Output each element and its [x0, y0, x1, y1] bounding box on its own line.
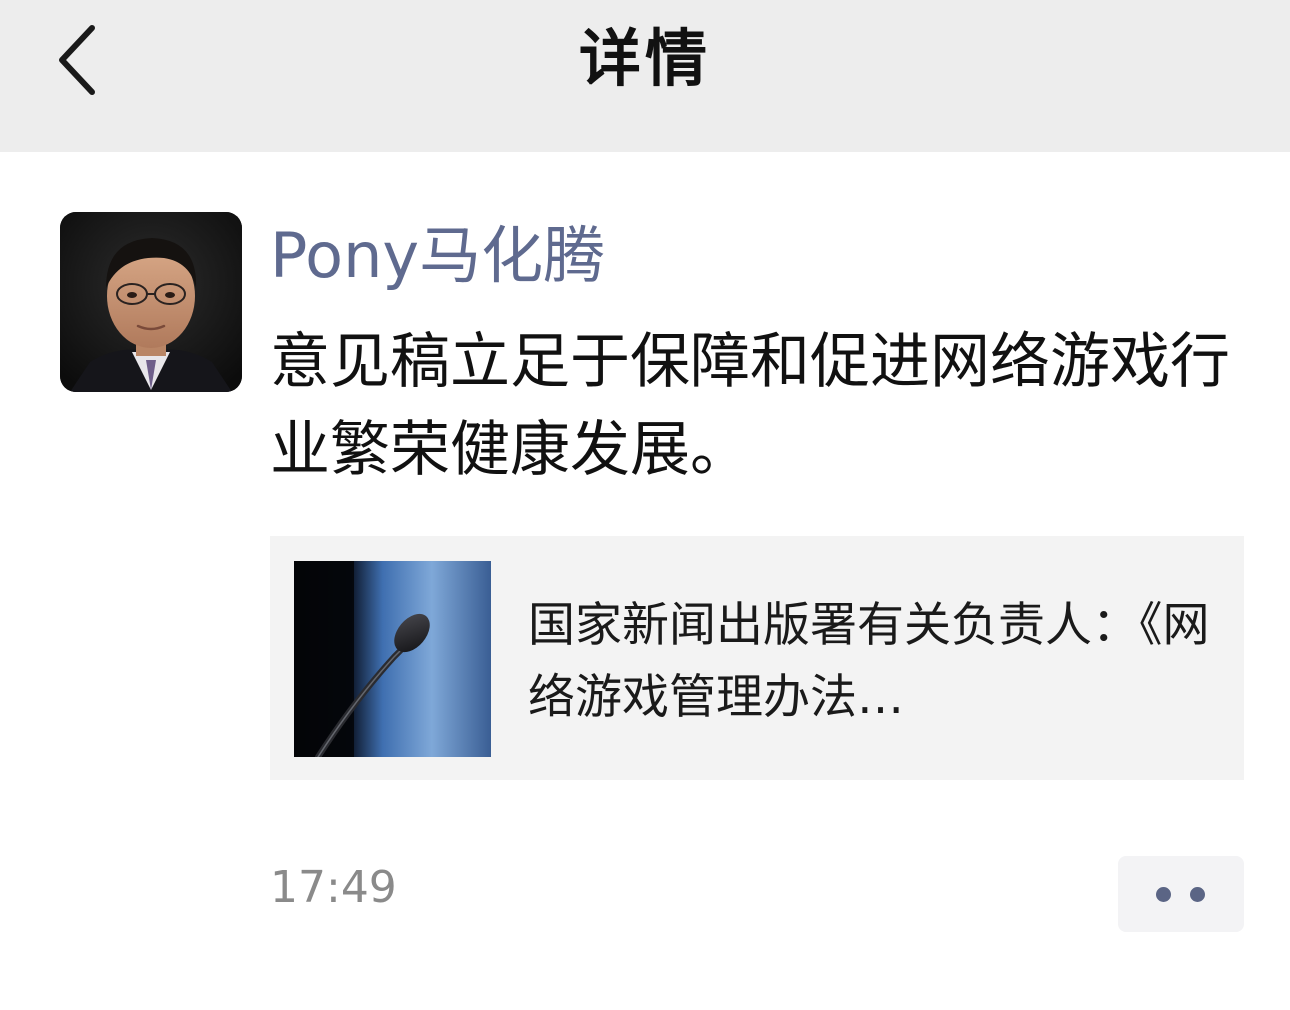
profile-photo: [60, 212, 242, 392]
shared-article-card[interactable]: 国家新闻出版署有关负责人：《网络游戏管理办法…: [270, 536, 1244, 780]
post-text: 意见稿立足于保障和促进网络游戏行业繁荣健康发展。: [270, 327, 1230, 485]
page-title: 详情: [578, 22, 711, 95]
microphone-photo: [294, 561, 491, 757]
top-navigation-bar: 详情: [0, 0, 1290, 152]
more-actions-button[interactable]: [1118, 856, 1244, 932]
article-title: 国家新闻出版署有关负责人：《网络游戏管理办法…: [528, 598, 1210, 725]
dot: [1156, 887, 1171, 902]
post-timestamp: 17:49: [270, 862, 397, 913]
author-avatar[interactable]: [60, 212, 242, 392]
dot: [1190, 887, 1205, 902]
article-thumbnail: [294, 561, 491, 757]
author-name[interactable]: Pony马化腾: [270, 218, 605, 294]
